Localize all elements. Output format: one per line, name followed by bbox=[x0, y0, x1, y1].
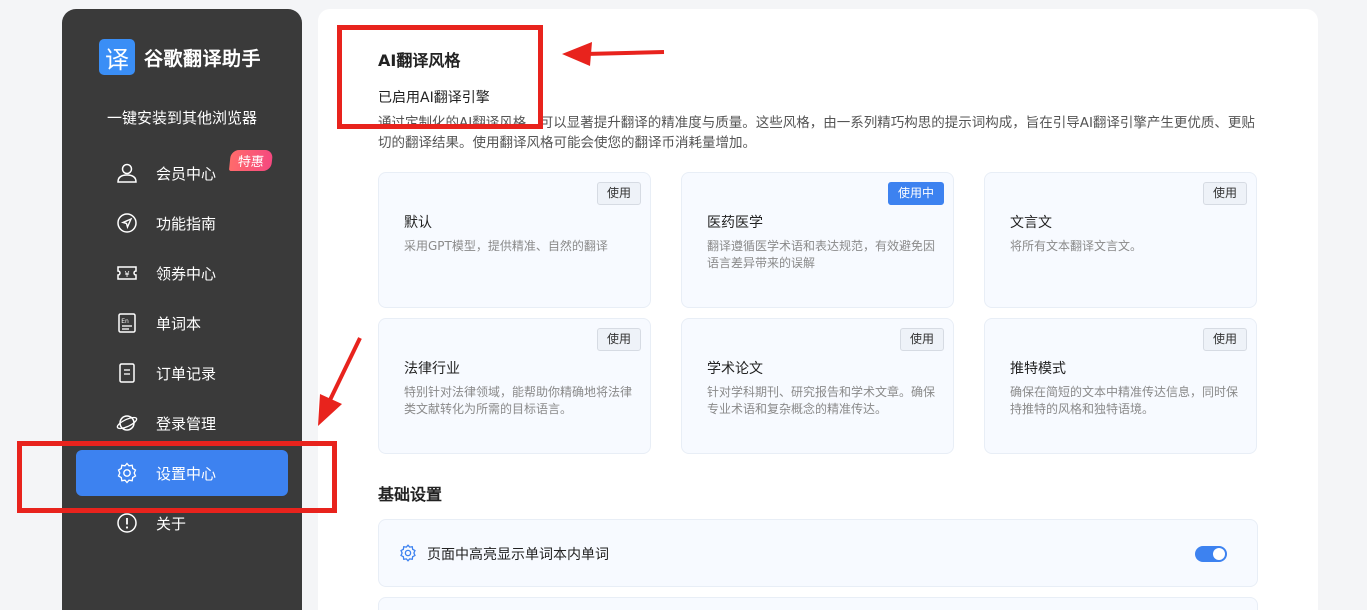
style-card-desc: 针对学科期刊、研究报告和学术文章。确保专业术语和复杂概念的精准传达。 bbox=[707, 385, 936, 416]
use-style-button[interactable]: 使用 bbox=[596, 182, 641, 205]
sidebar: 译 谷歌翻译助手 一键安装到其他浏览器 会员中心 特惠 功能指南 ¥ 领券中心 … bbox=[62, 9, 302, 610]
style-card-twitter[interactable]: 使用 推特模式 确保在简短的文本中精准传达信息，同时保持推特的风格和独特语境。 bbox=[984, 318, 1257, 454]
use-style-button[interactable]: 使用 bbox=[899, 328, 944, 351]
setting-row-highlight-words: 页面中高亮显示单词本内单词 bbox=[378, 519, 1258, 587]
planet-icon bbox=[116, 415, 138, 431]
sidebar-item-coupons[interactable]: ¥ 领券中心 bbox=[76, 250, 288, 296]
style-card-title: 法律行业 bbox=[404, 361, 460, 377]
style-card-default[interactable]: 使用 默认 采用GPT模型，提供精准、自然的翻译 bbox=[378, 172, 651, 308]
style-card-desc: 特别针对法律领域，能帮助你精确地将法律类文献转化为所需的目标语言。 bbox=[404, 385, 633, 416]
setting-label: 页面中高亮显示单词本内单词 bbox=[427, 547, 609, 563]
sidebar-item-membership[interactable]: 会员中心 特惠 bbox=[76, 150, 288, 196]
sidebar-item-label: 会员中心 bbox=[156, 164, 217, 183]
style-card-academic[interactable]: 使用 学术论文 针对学科期刊、研究报告和学术文章。确保专业术语和复杂概念的精准传… bbox=[681, 318, 954, 454]
app-logo: 译 bbox=[99, 39, 135, 75]
coupon-icon: ¥ bbox=[117, 266, 137, 280]
sidebar-item-label: 功能指南 bbox=[156, 214, 217, 233]
style-card-title: 文言文 bbox=[1010, 215, 1052, 231]
style-card-desc: 采用GPT模型，提供精准、自然的翻译 bbox=[404, 239, 608, 253]
style-card-title: 学术论文 bbox=[707, 361, 763, 377]
sidebar-item-login[interactable]: 登录管理 bbox=[76, 400, 288, 446]
promo-badge: 特惠 bbox=[228, 150, 274, 171]
install-other-browsers-link[interactable]: 一键安装到其他浏览器 bbox=[62, 107, 302, 128]
style-card-classical-chinese[interactable]: 使用 文言文 将所有文本翻译文言文。 bbox=[984, 172, 1257, 308]
gear-icon bbox=[400, 544, 416, 562]
order-icon bbox=[119, 363, 135, 383]
style-card-desc: 翻译遵循医学术语和表达规范，有效避免因语言差异带来的误解 bbox=[707, 239, 936, 270]
wordbook-icon: En bbox=[118, 313, 136, 333]
sidebar-item-label: 订单记录 bbox=[156, 364, 217, 383]
sidebar-item-label: 关于 bbox=[156, 514, 187, 533]
sidebar-item-guide[interactable]: 功能指南 bbox=[76, 200, 288, 246]
use-style-button[interactable]: 使用 bbox=[1202, 328, 1247, 351]
style-card-legal[interactable]: 使用 法律行业 特别针对法律领域，能帮助你精确地将法律类文献转化为所需的目标语言… bbox=[378, 318, 651, 454]
sidebar-item-label: 登录管理 bbox=[156, 414, 217, 433]
style-card-grid: 使用 默认 采用GPT模型，提供精准、自然的翻译 使用中 医药医学 翻译遵循医学… bbox=[378, 172, 1258, 454]
svg-text:¥: ¥ bbox=[124, 270, 129, 279]
setting-row-next bbox=[378, 597, 1258, 610]
style-card-desc: 确保在简短的文本中精准传达信息，同时保持推特的风格和独特语境。 bbox=[1010, 385, 1239, 416]
in-use-style-button[interactable]: 使用中 bbox=[887, 182, 944, 205]
sidebar-item-orders[interactable]: 订单记录 bbox=[76, 350, 288, 396]
use-style-button[interactable]: 使用 bbox=[596, 328, 641, 351]
svg-text:En: En bbox=[121, 318, 129, 325]
app-title: 谷歌翻译助手 bbox=[144, 47, 262, 70]
user-icon bbox=[117, 163, 137, 183]
basic-settings-title: 基础设置 bbox=[378, 485, 443, 504]
highlight-words-toggle[interactable] bbox=[1195, 546, 1227, 562]
style-card-medical[interactable]: 使用中 医药医学 翻译遵循医学术语和表达规范，有效避免因语言差异带来的误解 bbox=[681, 172, 954, 308]
sidebar-item-label: 单词本 bbox=[156, 314, 202, 333]
send-icon bbox=[117, 213, 137, 233]
sidebar-item-label: 领券中心 bbox=[156, 264, 217, 283]
style-card-title: 医药医学 bbox=[707, 215, 763, 231]
use-style-button[interactable]: 使用 bbox=[1202, 182, 1247, 205]
style-card-title: 默认 bbox=[404, 215, 432, 231]
style-card-title: 推特模式 bbox=[1010, 361, 1066, 377]
brand: 译 谷歌翻译助手 bbox=[99, 39, 261, 75]
annotation-box-settings bbox=[17, 441, 337, 513]
style-card-desc: 将所有文本翻译文言文。 bbox=[1010, 239, 1143, 253]
info-icon bbox=[117, 513, 137, 533]
sidebar-item-wordbook[interactable]: En 单词本 bbox=[76, 300, 288, 346]
annotation-box-ai-style bbox=[337, 25, 543, 129]
